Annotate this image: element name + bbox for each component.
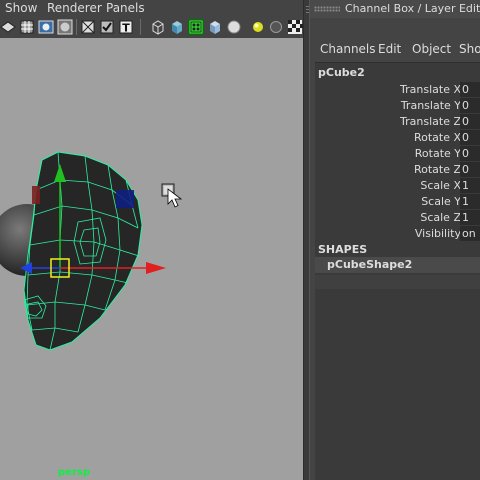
shaded-cube-icon[interactable] [169,19,185,35]
viewport-panel[interactable]: Show Renderer Panels T persp [0,0,303,480]
xray-cube-icon[interactable] [207,19,223,35]
default-material-icon[interactable] [226,19,242,35]
attr-row-scale-y[interactable]: Scale Y 1 [315,194,480,210]
object-name[interactable]: pCube2 [318,66,365,79]
ambient-occlusion-icon[interactable] [287,19,303,35]
menu-object[interactable]: Object [412,42,451,56]
attr-row-rotate-y[interactable]: Rotate Y 0 [315,146,480,162]
splitter-grip [306,12,309,13]
select-camera-icon[interactable] [0,19,16,35]
menu-show[interactable]: Show [459,42,480,56]
attr-row-visibility[interactable]: Visibility on [315,226,480,242]
scene-view[interactable] [0,38,303,480]
attr-label[interactable]: Translate Z [400,115,461,128]
attr-row-translate-z[interactable]: Translate Z 0 [315,114,480,130]
toolbar-separator [76,19,77,35]
attr-value-field[interactable]: 0 [460,162,480,177]
attr-value-field[interactable]: on [460,226,480,241]
menu-renderer[interactable]: Renderer [47,1,102,15]
shadows-icon[interactable] [268,19,284,35]
resolution-gate-icon[interactable] [57,19,73,35]
attr-label[interactable]: Visibility [415,227,461,240]
viewport-toolbar: T [0,16,303,38]
attr-label[interactable]: Scale Z [420,211,461,224]
wireframe-cube-icon[interactable] [150,19,166,35]
toolbar-separator [140,19,141,35]
viewport-menubar: Show Renderer Panels [0,0,303,16]
attr-value-field[interactable]: 1 [460,178,480,193]
attr-value-field[interactable]: 0 [460,82,480,97]
drag-handle-icon[interactable] [314,6,340,12]
mouse-cursor [161,183,183,208]
attr-label[interactable]: Translate X [400,83,461,96]
attr-value-field[interactable]: 1 [460,194,480,209]
splitter-grip [306,6,309,7]
attr-row-rotate-z[interactable]: Rotate Z 0 [315,162,480,178]
x-plane-handle [32,186,40,204]
wireframe-on-shaded-icon[interactable] [188,19,204,35]
channel-box-title: Channel Box / Layer Editor [345,2,480,15]
channel-box-panel: Channel Box / Layer Editor Channels Edit… [310,0,480,480]
film-gate-icon[interactable] [38,19,54,35]
x-axis-handle [146,262,166,274]
attr-row-rotate-x[interactable]: Rotate X 0 [315,130,480,146]
camera-label: persp [58,467,90,478]
svg-text:T: T [122,22,130,35]
grid-toggle-icon[interactable] [19,19,35,35]
shape-attributes-area [315,275,480,289]
attr-row-translate-x[interactable]: Translate X 0 [315,82,480,98]
use-all-lights-icon[interactable] [250,19,266,35]
splitter-grip [306,9,309,10]
attr-label[interactable]: Rotate Z [414,163,461,176]
attr-label[interactable]: Rotate X [414,131,461,144]
attr-label[interactable]: Translate Y [401,99,461,112]
channel-box-titlebar[interactable]: Channel Box / Layer Editor [310,0,480,18]
textured-icon[interactable]: T [118,19,134,35]
attr-value-field[interactable]: 0 [460,114,480,129]
attr-label[interactable]: Rotate Y [415,147,461,160]
menu-panels[interactable]: Panels [106,1,145,15]
panel-splitter[interactable] [303,0,310,480]
attr-label[interactable]: Scale Y [421,195,461,208]
menu-show[interactable]: Show [5,1,37,15]
channel-box-menubar: Channels Edit Object Show [310,40,480,60]
attr-value-field[interactable]: 0 [460,98,480,113]
attr-row-scale-z[interactable]: Scale Z 1 [315,210,480,226]
attr-value-field[interactable]: 0 [460,130,480,145]
shape-node-name[interactable]: pCubeShape2 [327,258,412,271]
attr-row-translate-y[interactable]: Translate Y 0 [315,98,480,114]
menu-edit[interactable]: Edit [378,42,401,56]
attr-value-field[interactable]: 0 [460,146,480,161]
shapes-section-header: SHAPES [318,243,368,256]
selected-mesh[interactable] [23,151,143,351]
menu-channels[interactable]: Channels [320,42,376,56]
attr-value-field[interactable]: 1 [460,210,480,225]
z-plane-handle [116,190,134,208]
attr-row-scale-x[interactable]: Scale X 1 [315,178,480,194]
attr-label[interactable]: Scale X [420,179,461,192]
shape-node-item[interactable]: pCubeShape2 [315,257,480,273]
channel-box-body: pCube2 Translate X 0 Translate Y 0 Trans… [315,62,480,480]
smooth-shade-icon[interactable] [99,19,115,35]
wireframe-icon[interactable] [80,19,96,35]
